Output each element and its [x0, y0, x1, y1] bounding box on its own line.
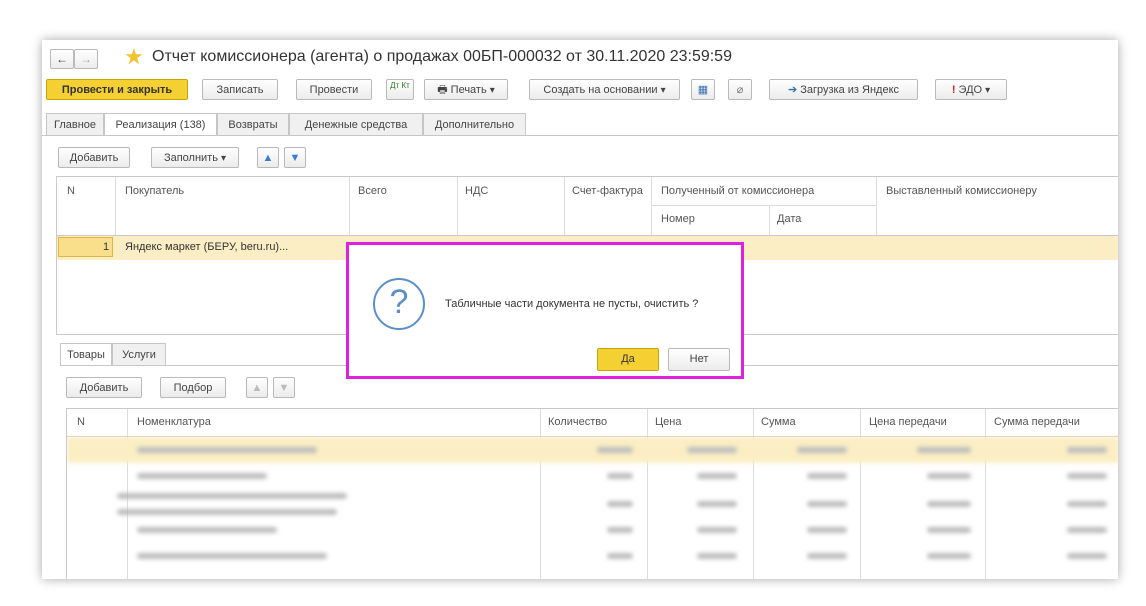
col-sum-header: Сумма	[761, 416, 796, 428]
arrow-right-icon: →	[80, 52, 92, 66]
add-goods-button[interactable]: Добавить	[66, 377, 142, 398]
col-divider	[564, 177, 565, 235]
page-title: Отчет комиссионера (агента) о продажах 0…	[152, 48, 732, 65]
arrow-up-icon: ▲	[262, 152, 274, 164]
col-number-header: Номер	[661, 213, 695, 225]
col-received-header: Полученный от комиссионера	[661, 185, 815, 197]
col-invoice-header: Счет-фактура	[572, 185, 643, 197]
edo-label: ЭДО	[958, 84, 983, 96]
exclamation-icon: !	[951, 84, 956, 96]
question-icon: ?	[373, 278, 425, 330]
post-button[interactable]: Провести	[296, 79, 372, 100]
title-bar: ← → ★ Отчет комиссионера (агента) о прод…	[42, 40, 1118, 74]
arrow-down-icon: ▼	[278, 382, 290, 394]
fill-button[interactable]: Заполнить ▾	[151, 147, 239, 168]
col-divider	[457, 177, 458, 235]
dt-kt-button[interactable]: Дт Кт	[386, 79, 414, 100]
col-nomenclature-header: Номенклатура	[137, 416, 211, 428]
col-qty-header: Количество	[548, 416, 608, 428]
tab-main[interactable]: Главное	[46, 113, 104, 135]
col-n-header: N	[67, 185, 75, 197]
col-divider	[349, 177, 350, 235]
arrow-down-icon: ▼	[289, 152, 301, 164]
move-up-button[interactable]: ▲	[257, 147, 279, 168]
col-price-header: Цена	[655, 416, 682, 428]
col-transfer-price-header: Цена передачи	[869, 416, 947, 428]
confirm-dialog: ? Табличные части документа не пусты, оч…	[346, 242, 744, 379]
col-vat-header: НДС	[465, 185, 489, 197]
col-date-header: Дата	[777, 213, 802, 225]
yandex-load-label: Загрузка из Яндекс	[800, 84, 900, 96]
row-buyer: Яндекс маркет (БЕРУ, beru.ru)...	[125, 241, 289, 253]
printer-icon: 🖶	[437, 84, 448, 96]
dialog-message: Табличные части документа не пусты, очис…	[445, 298, 699, 310]
tab-additional[interactable]: Дополнительно	[423, 113, 526, 135]
blurred-rows	[67, 437, 1118, 579]
fill-label: Заполнить	[163, 152, 218, 164]
forward-button[interactable]: →	[74, 49, 98, 69]
save-button[interactable]: Записать	[202, 79, 278, 100]
paperclip-icon: ⌀	[736, 84, 744, 96]
col-issued-header: Выставленный комиссионеру	[886, 185, 1037, 197]
favorite-star-icon[interactable]: ★	[124, 46, 144, 68]
post-and-close-button[interactable]: Провести и закрыть	[46, 79, 188, 100]
arrow-load-icon: ➔	[787, 84, 798, 96]
tab-services[interactable]: Услуги	[112, 343, 166, 365]
edo-button[interactable]: ! ЭДО ▾	[935, 79, 1007, 100]
col-divider	[651, 177, 652, 235]
move-down-button[interactable]: ▼	[284, 147, 306, 168]
dropdown-arrow-icon: ▾	[985, 85, 991, 96]
tab-sales[interactable]: Реализация (138)	[104, 113, 217, 136]
col-divider	[115, 177, 116, 235]
row-number: 1	[103, 241, 110, 253]
dropdown-arrow-icon: ▾	[489, 85, 495, 96]
goods-move-down-button[interactable]: ▼	[273, 377, 295, 398]
print-button[interactable]: 🖶 Печать ▾	[424, 79, 508, 100]
tab-cash[interactable]: Денежные средства	[289, 113, 423, 135]
yes-button[interactable]: Да	[597, 348, 659, 371]
row-divider	[651, 205, 876, 206]
dropdown-arrow-icon: ▾	[221, 153, 227, 164]
pick-button[interactable]: Подбор	[160, 377, 226, 398]
arrow-left-icon: ←	[56, 52, 68, 66]
goods-table: N Номенклатура Количество Цена Сумма Цен…	[66, 408, 1118, 579]
col-total-header: Всего	[358, 185, 387, 197]
structure-button[interactable]: ▦	[691, 79, 715, 100]
col-n-header: N	[77, 416, 85, 428]
structure-icon: ▦	[697, 84, 709, 96]
col-divider	[876, 177, 877, 235]
document-window: ← → ★ Отчет комиссионера (агента) о прод…	[42, 40, 1118, 579]
yandex-load-button[interactable]: ➔ Загрузка из Яндекс	[769, 79, 918, 100]
print-label: Печать	[450, 84, 487, 96]
dropdown-arrow-icon: ▾	[660, 85, 666, 96]
tab-divider	[42, 135, 1118, 136]
attach-button[interactable]: ⌀	[728, 79, 752, 100]
back-button[interactable]: ←	[50, 49, 74, 69]
col-transfer-sum-header: Сумма передачи	[994, 416, 1080, 428]
col-divider	[769, 205, 770, 235]
arrow-up-icon: ▲	[251, 382, 263, 394]
tab-returns[interactable]: Возвраты	[217, 113, 289, 135]
dt-kt-icon: Дт Кт	[390, 81, 410, 90]
create-based-on-button[interactable]: Создать на основании ▾	[529, 79, 680, 100]
add-row-button[interactable]: Добавить	[58, 147, 130, 168]
tab-goods[interactable]: Товары	[60, 343, 112, 366]
col-buyer-header: Покупатель	[125, 185, 185, 197]
goods-move-up-button[interactable]: ▲	[246, 377, 268, 398]
no-button[interactable]: Нет	[668, 348, 730, 371]
create-based-label: Создать на основании	[543, 84, 658, 96]
